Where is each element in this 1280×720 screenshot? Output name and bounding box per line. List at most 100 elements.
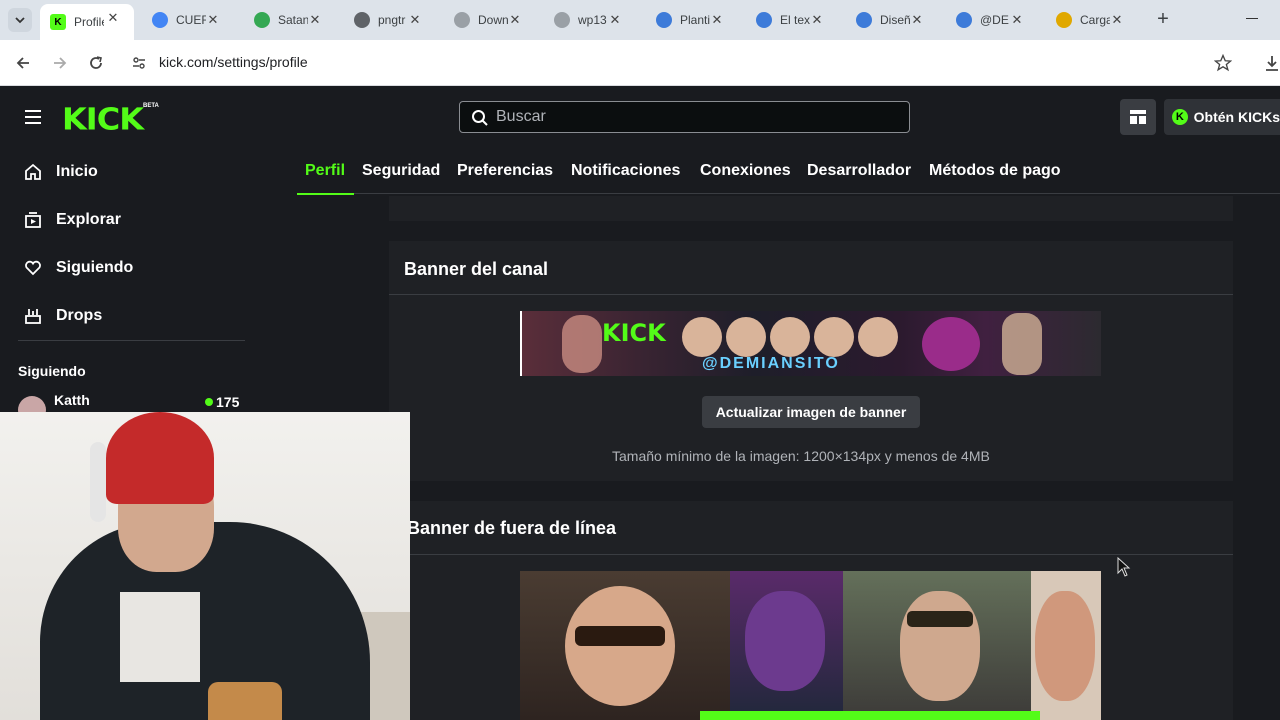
browser-tab-title: wp13 bbox=[578, 13, 607, 27]
sidebar-divider bbox=[18, 340, 245, 341]
close-tab-icon[interactable]: ✕ bbox=[910, 13, 924, 27]
close-tab-icon[interactable]: ✕ bbox=[810, 13, 824, 27]
sidebar-item-drops[interactable]: Drops bbox=[24, 304, 102, 328]
chevron-down-icon bbox=[15, 17, 25, 24]
kicks-coin-icon: K bbox=[1172, 109, 1188, 125]
explore-icon bbox=[25, 212, 41, 228]
section-divider bbox=[389, 294, 1233, 295]
update-banner-button[interactable]: Actualizar imagen de banner bbox=[702, 396, 920, 428]
kick-logo[interactable]: KICK bbox=[62, 101, 144, 137]
tabs-underline bbox=[297, 193, 1280, 194]
get-kicks-label: Obtén KICKs bbox=[1193, 109, 1280, 125]
tab-perfil[interactable]: Perfil bbox=[305, 162, 345, 180]
close-tab-icon[interactable]: ✕ bbox=[106, 11, 120, 25]
layout-button[interactable] bbox=[1120, 99, 1156, 135]
canva-favicon-icon bbox=[956, 12, 972, 28]
tab-metodos-de-pago[interactable]: Métodos de pago bbox=[929, 162, 1061, 180]
search-placeholder: Buscar bbox=[496, 108, 546, 125]
browser-tab[interactable]: Satan ✕ bbox=[244, 6, 336, 34]
w-favicon-icon bbox=[554, 12, 570, 28]
browser-tab[interactable]: pngtr ✕ bbox=[344, 6, 436, 34]
banner-handle: @DEMIANSITO bbox=[702, 355, 840, 372]
close-tab-icon[interactable]: ✕ bbox=[206, 13, 220, 27]
reload-icon[interactable] bbox=[87, 54, 105, 72]
close-tab-icon[interactable]: ✕ bbox=[1110, 13, 1124, 27]
green-circle-favicon-icon bbox=[254, 12, 270, 28]
canva-favicon-icon bbox=[856, 12, 872, 28]
home-icon bbox=[25, 163, 41, 180]
sidebar-item-label: Inicio bbox=[56, 163, 98, 180]
browser-tab-title: Carga bbox=[1080, 13, 1110, 27]
mouse-cursor-icon bbox=[1117, 557, 1131, 577]
search-icon bbox=[472, 110, 488, 126]
offline-banner-card: Banner de fuera de línea bbox=[389, 501, 1233, 720]
browser-tab[interactable]: @DE ✕ bbox=[946, 6, 1038, 34]
beta-label: BETA bbox=[143, 103, 159, 109]
close-tab-icon[interactable]: ✕ bbox=[1010, 13, 1024, 27]
tab-preferencias[interactable]: Preferencias bbox=[457, 162, 553, 180]
browser-navbar: kick.com/settings/profile bbox=[0, 40, 1280, 86]
browser-tab-strip: KProfile✕CUER✕Satan✕pngtr✕Down✕wp13✕Plan… bbox=[0, 0, 1280, 40]
following-heading: Siguiendo bbox=[18, 363, 86, 379]
browser-tab-title: Down bbox=[478, 13, 508, 27]
close-tab-icon[interactable]: ✕ bbox=[608, 13, 622, 27]
browser-tab-title: El tex bbox=[780, 13, 810, 27]
browser-tab[interactable]: wp13 ✕ bbox=[544, 6, 636, 34]
tab-seguridad[interactable]: Seguridad bbox=[362, 162, 440, 180]
canva-favicon-icon bbox=[756, 12, 772, 28]
sidebar-item-label: Drops bbox=[56, 307, 103, 324]
browser-tab[interactable]: El tex ✕ bbox=[746, 6, 838, 34]
bookmark-star-icon[interactable] bbox=[1214, 54, 1232, 72]
browser-tab[interactable]: Diseñ ✕ bbox=[846, 6, 938, 34]
browser-tab[interactable]: K Profile✕ bbox=[40, 4, 134, 40]
browser-tab-title: pngtr bbox=[378, 13, 406, 27]
close-tab-icon[interactable]: ✕ bbox=[508, 13, 522, 27]
browser-tab-title: Diseñ bbox=[880, 13, 910, 27]
minimize-button[interactable] bbox=[1246, 18, 1258, 19]
browser-tab[interactable]: Carga ✕ bbox=[1046, 6, 1138, 34]
sidebar-item-explorar[interactable]: Explorar bbox=[24, 208, 121, 232]
close-tab-icon[interactable]: ✕ bbox=[308, 13, 322, 27]
sidebar-item-label: Explorar bbox=[56, 211, 121, 228]
back-arrow-icon[interactable] bbox=[14, 54, 32, 72]
browser-tab-title: @DE bbox=[980, 13, 1009, 27]
sidebar-item-siguiendo[interactable]: Siguiendo bbox=[24, 256, 133, 280]
forward-arrow-icon[interactable] bbox=[51, 54, 69, 72]
tab-notificaciones[interactable]: Notificaciones bbox=[571, 162, 680, 180]
browser-tab[interactable]: CUER ✕ bbox=[142, 6, 234, 34]
hat-favicon-icon bbox=[1056, 12, 1072, 28]
live-dot-icon bbox=[205, 398, 213, 406]
viewer-count: 175 bbox=[216, 394, 240, 410]
site-info-icon[interactable] bbox=[131, 55, 147, 71]
following-channel[interactable]: Katth 175 bbox=[18, 392, 243, 424]
drops-icon bbox=[25, 309, 41, 324]
channel-banner-card: Banner del canal KICK @DEMIANSITO Actual… bbox=[389, 241, 1233, 481]
new-tab-button[interactable]: + bbox=[1152, 8, 1174, 30]
download-icon[interactable] bbox=[1263, 54, 1280, 72]
close-tab-icon[interactable]: ✕ bbox=[408, 13, 422, 27]
browser-tab-title: Planti bbox=[680, 13, 710, 27]
section-divider bbox=[389, 554, 1233, 555]
browser-tab[interactable]: Planti ✕ bbox=[646, 6, 738, 34]
w-favicon-icon bbox=[454, 12, 470, 28]
hamburger-menu-icon[interactable] bbox=[24, 109, 42, 125]
section-title: Banner de fuera de línea bbox=[407, 518, 617, 538]
tab-search-dropdown[interactable] bbox=[8, 8, 32, 32]
browser-tab-title: Satan bbox=[278, 13, 308, 27]
sidebar-item-inicio[interactable]: Inicio bbox=[24, 160, 98, 184]
layout-icon bbox=[1130, 110, 1146, 124]
google-favicon-icon bbox=[152, 12, 168, 28]
update-banner-label: Actualizar imagen de banner bbox=[715, 404, 907, 420]
url-text: kick.com/settings/profile bbox=[159, 54, 308, 70]
get-kicks-button[interactable]: K Obtén KICKs bbox=[1164, 99, 1280, 135]
banner-image: KICK @DEMIANSITO bbox=[520, 311, 1101, 376]
browser-tab-title: CUER bbox=[176, 13, 206, 27]
banner-logo: KICK bbox=[602, 319, 666, 347]
browser-tab-title: Profile bbox=[74, 15, 104, 29]
tab-conexiones[interactable]: Conexiones bbox=[700, 162, 791, 180]
close-tab-icon[interactable]: ✕ bbox=[710, 13, 724, 27]
heart-icon bbox=[25, 260, 41, 276]
browser-tab[interactable]: Down ✕ bbox=[444, 6, 536, 34]
globe-favicon-icon bbox=[354, 12, 370, 28]
tab-desarrollador[interactable]: Desarrollador bbox=[807, 162, 911, 180]
